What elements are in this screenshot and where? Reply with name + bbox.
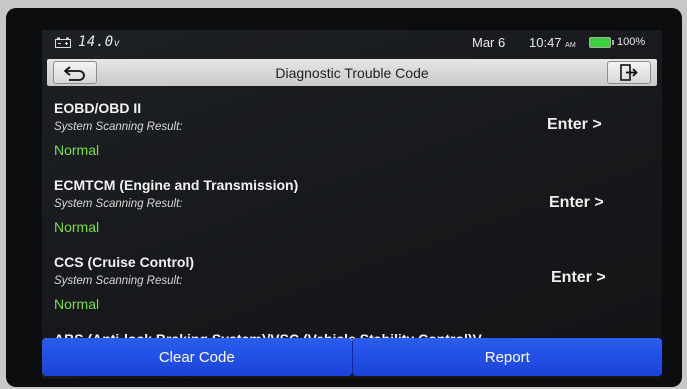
bottom-action-bar: Clear Code Report bbox=[42, 338, 662, 376]
status-time-value: 10:47 bbox=[529, 35, 562, 50]
status-bar: 14.0v Mar 6 10:47 AM 100% bbox=[42, 30, 662, 56]
system-list-item: EOBD/OBD II System Scanning Result: Norm… bbox=[42, 90, 662, 167]
voltage-readout: 14.0v bbox=[78, 34, 120, 50]
report-button[interactable]: Report bbox=[351, 338, 662, 376]
enter-button[interactable]: Enter > bbox=[547, 116, 602, 134]
device-screen: 14.0v Mar 6 10:47 AM 100% Diagnostic Tro… bbox=[42, 30, 662, 379]
voltage-value: 14.0 bbox=[78, 34, 114, 50]
clear-code-button[interactable]: Clear Code bbox=[42, 338, 352, 376]
voltage-unit: v bbox=[113, 38, 121, 49]
exit-button[interactable] bbox=[607, 61, 651, 84]
system-status: Normal bbox=[54, 142, 100, 158]
system-scan-label: System Scanning Result: bbox=[54, 198, 183, 210]
car-battery-icon bbox=[55, 37, 71, 48]
enter-button[interactable]: Enter > bbox=[551, 269, 606, 287]
system-name: EOBD/OBD II bbox=[54, 100, 142, 116]
system-status: Normal bbox=[54, 296, 100, 312]
status-time: 10:47 AM bbox=[529, 35, 576, 50]
system-list: EOBD/OBD II System Scanning Result: Norm… bbox=[42, 90, 662, 321]
battery-percent: 100% bbox=[617, 36, 646, 48]
system-list-item: CCS (Cruise Control) System Scanning Res… bbox=[42, 244, 662, 321]
page-title: Diagnostic Trouble Code bbox=[275, 65, 429, 81]
system-name: ECMTCM (Engine and Transmission) bbox=[54, 177, 299, 193]
system-status: Normal bbox=[54, 219, 100, 235]
exit-icon bbox=[620, 64, 638, 81]
system-list-item: ECMTCM (Engine and Transmission) System … bbox=[42, 167, 662, 244]
system-name: CCS (Cruise Control) bbox=[54, 254, 194, 270]
system-scan-label: System Scanning Result: bbox=[54, 275, 183, 287]
status-time-ampm: AM bbox=[565, 42, 576, 49]
header-bar: Diagnostic Trouble Code bbox=[47, 59, 657, 86]
enter-button[interactable]: Enter > bbox=[549, 194, 604, 212]
battery-full-icon bbox=[589, 37, 614, 48]
status-date: Mar 6 bbox=[472, 35, 506, 50]
system-scan-label: System Scanning Result: bbox=[54, 121, 183, 133]
